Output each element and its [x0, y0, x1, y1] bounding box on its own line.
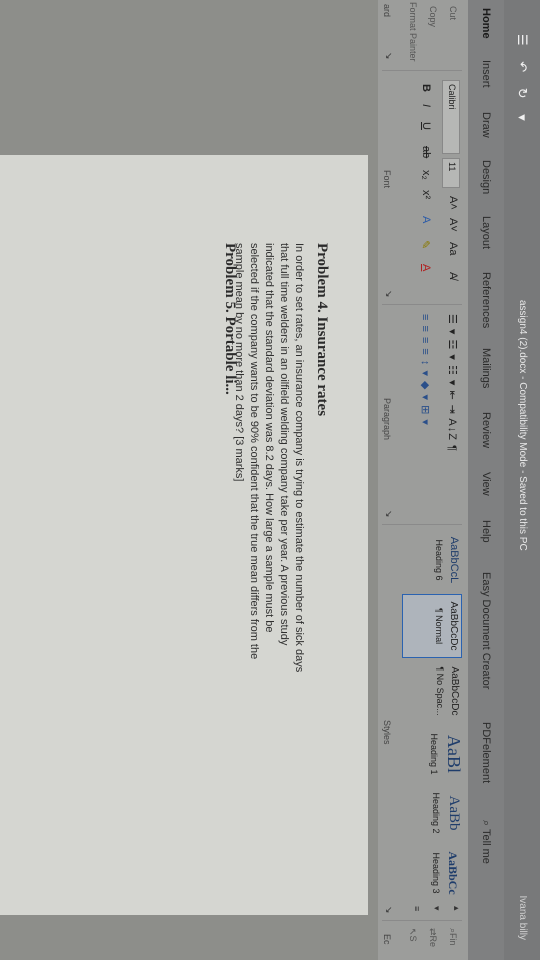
dialog-launcher-icon[interactable]: ↘: [383, 290, 394, 298]
tab-design[interactable]: Design: [480, 160, 492, 194]
tab-mailings[interactable]: Mailings: [480, 348, 492, 388]
problem-4-heading: Problem 4. Insurance rates: [314, 243, 330, 417]
document-title: assign4 (2).docx - Compatibility Mode - …: [517, 300, 528, 551]
styles-scroll-down-icon[interactable]: ▾: [431, 906, 442, 911]
subscript-button[interactable]: x₂: [420, 170, 432, 180]
tab-draw[interactable]: Draw: [480, 112, 492, 138]
replace-button[interactable]: ⇄Re: [427, 928, 438, 947]
divider: [382, 304, 462, 305]
shrink-font-button[interactable]: A˅: [447, 218, 459, 232]
paragraph-row-2-buttons[interactable]: ≡ ≡ ≡ ≡ ↕ ▾ ◆ ▾ ⊞ ▾: [419, 314, 432, 426]
font-group-label: Font: [382, 170, 392, 189]
grow-font-button[interactable]: A˄: [447, 196, 459, 210]
clipboard-group-label: ard: [382, 4, 392, 18]
style-heading-1[interactable]: AaBl Heading 1: [404, 726, 464, 782]
cursor-icon: ↖: [408, 928, 418, 936]
italic-button[interactable]: I: [420, 104, 432, 107]
ribbon-tabs: Home Insert Draw Design Layout Reference…: [468, 0, 504, 960]
text-effects-button[interactable]: A: [420, 216, 432, 223]
tab-pdfelement[interactable]: PDFelement: [480, 722, 492, 783]
select-button[interactable]: ↖S: [407, 928, 418, 942]
user-name[interactable]: Ivana billy: [517, 896, 528, 940]
bold-button[interactable]: B: [420, 84, 432, 92]
underline-button[interactable]: U: [420, 122, 432, 130]
divider: [382, 920, 462, 921]
problem-4-text: In order to set rates, an insurance comp…: [233, 243, 305, 673]
paragraph-row-1-buttons[interactable]: ☰ ▾ ☲ ▾ ☷ ▾ ⇤ ⇥ A↓Z ¶: [446, 314, 459, 452]
styles-scroll-up-icon[interactable]: ▴: [451, 906, 462, 911]
cut-button[interactable]: Cut: [448, 6, 458, 20]
replace-icon: ⇄: [428, 928, 438, 936]
ribbon: Cut Copy Format Painter ard ↘ Calibri 11…: [377, 0, 468, 960]
paragraph-group-label: Paragraph: [382, 398, 392, 441]
divider: [382, 70, 462, 71]
dialog-launcher-icon[interactable]: ↘: [383, 906, 394, 914]
tab-help[interactable]: Help: [480, 520, 492, 543]
highlight-icon[interactable]: ✎: [419, 240, 432, 249]
format-painter-button[interactable]: Format Painter: [408, 2, 418, 62]
style-normal[interactable]: AaBbCcDc ¶ Normal: [402, 594, 462, 658]
copy-button[interactable]: Copy: [428, 6, 438, 27]
superscript-button[interactable]: x²: [420, 190, 432, 199]
font-size-dropdown[interactable]: 11: [442, 158, 460, 188]
document-page[interactable]: Problem 4. Insurance rates In order to s…: [0, 155, 368, 915]
change-case-button[interactable]: Aa: [447, 242, 459, 255]
tab-home[interactable]: Home: [480, 8, 492, 39]
dialog-launcher-icon[interactable]: ↘: [383, 510, 394, 518]
find-button[interactable]: ⌕Fin: [447, 928, 458, 946]
styles-group-label: Styles: [382, 720, 392, 745]
word-window: ☰ ↶ ↻ ▾ assign4 (2).docx - Compatibility…: [0, 0, 540, 960]
style-heading-2[interactable]: AaBb Heading 2: [404, 786, 462, 840]
styles-more-icon[interactable]: ≡: [412, 906, 422, 911]
style-no-spacing[interactable]: AaBbCcDc ¶ No Spac...: [404, 660, 460, 722]
divider: [382, 524, 462, 525]
tab-view[interactable]: View: [480, 472, 492, 496]
dialog-launcher-icon[interactable]: ↘: [383, 52, 394, 60]
title-bar: ☰ ↶ ↻ ▾ assign4 (2).docx - Compatibility…: [504, 0, 540, 960]
font-name-dropdown[interactable]: Calibri: [442, 80, 460, 154]
problem-5-heading: Problem 5. Portable li...: [222, 243, 238, 395]
editing-group-label: Ec: [382, 934, 392, 945]
tab-layout[interactable]: Layout: [480, 216, 492, 249]
tell-me-search[interactable]: ⌕ Tell me: [479, 820, 492, 864]
tab-review[interactable]: Review: [480, 412, 492, 448]
clear-formatting-button[interactable]: A̸: [447, 272, 459, 279]
tab-insert[interactable]: Insert: [480, 60, 492, 88]
tab-references[interactable]: References: [480, 272, 492, 328]
style-heading-3[interactable]: AaBbCc Heading 3: [404, 844, 460, 902]
style-heading-6[interactable]: AaBbCcL Heading 6: [404, 530, 460, 590]
document-area[interactable]: Problem 4. Insurance rates In order to s…: [0, 0, 378, 960]
search-icon: ⌕: [480, 820, 492, 827]
font-color-button[interactable]: A: [420, 264, 432, 271]
tab-easy-document-creator[interactable]: Easy Document Creator: [480, 572, 492, 689]
quick-access-toolbar[interactable]: ☰ ↶ ↻ ▾: [514, 34, 530, 127]
strikethrough-button[interactable]: ab: [420, 146, 432, 158]
